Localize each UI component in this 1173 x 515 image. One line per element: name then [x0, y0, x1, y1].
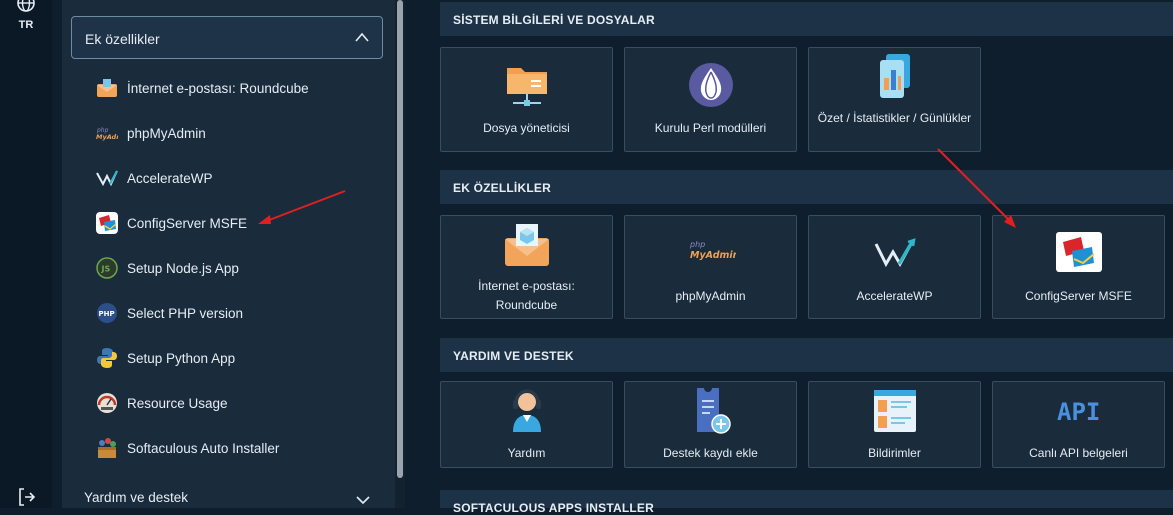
phpmyadmin-icon: php MyAdmin	[96, 127, 118, 141]
svg-text:API: API	[1057, 398, 1100, 426]
section-title: SİSTEM BİLGİLERİ VE DOSYALAR	[453, 13, 655, 27]
sidebar-scrollbar[interactable]	[397, 0, 403, 478]
sidebar-item-label: ConfigServer MSFE	[127, 216, 248, 231]
card-label: ConfigServer MSFE	[1025, 289, 1132, 303]
sidebar-item-label: Setup Node.js App	[127, 261, 239, 276]
perl-onion-icon	[688, 63, 733, 107]
svg-text:PHP: PHP	[99, 310, 115, 318]
section-header-softaculous: SOFTACULOUS APPS INSTALLER	[440, 490, 1173, 515]
card-dosya-yoneticisi[interactable]: Dosya yöneticisi	[440, 47, 613, 152]
sidebar-item-label: Softaculous Auto Installer	[127, 441, 280, 456]
card-configserver-msfe[interactable]: ConfigServer MSFE	[992, 215, 1165, 319]
card-perl-modules[interactable]: Kurulu Perl modülleri	[624, 47, 797, 152]
section-title: SOFTACULOUS APPS INSTALLER	[453, 501, 654, 515]
softaculous-icon	[98, 438, 116, 458]
svg-text:MyAdmin: MyAdmin	[690, 250, 736, 261]
sidebar-item-acceleratewp[interactable]: AccelerateWP	[96, 164, 366, 194]
sidebar-item-php[interactable]: PHP Select PHP version	[96, 299, 366, 329]
chevron-down-icon[interactable]	[355, 494, 371, 506]
card-acceleratewp[interactable]: AccelerateWP	[808, 215, 981, 319]
chevron-up-icon	[355, 32, 369, 42]
php-icon: PHP	[97, 303, 117, 323]
card-bildirimler[interactable]: Bildirimler	[808, 381, 981, 468]
nodejs-icon: JS	[96, 257, 118, 279]
envelope-icon	[504, 224, 549, 266]
card-label: Özet / İstatistikler / Günlükler	[817, 111, 972, 125]
language-code[interactable]: TR	[0, 19, 52, 31]
sidebar-item-resource-usage[interactable]: Resource Usage	[96, 389, 366, 419]
sidebar-item-label: Setup Python App	[127, 351, 236, 366]
card-api-belgeleri[interactable]: API Canlı API belgeleri	[992, 381, 1165, 468]
sidebar-item-phpmyadmin[interactable]: php MyAdmin phpMyAdmin	[96, 119, 366, 149]
sidebar-item-nodejs[interactable]: JS Setup Node.js App	[96, 254, 366, 284]
envelope-icon	[97, 79, 117, 97]
sidebar-item-configserver[interactable]: ConfigServer MSFE	[96, 209, 366, 239]
section-title: EK ÖZELLİKLER	[453, 181, 551, 195]
configserver-icon	[96, 212, 118, 234]
section-header-ek-ozellikler: EK ÖZELLİKLER	[440, 170, 1173, 204]
stats-icon	[879, 54, 910, 98]
sidebar: Ek özellikler İnternet e-postası: Roundc…	[62, 0, 395, 508]
svg-text:MyAdmin: MyAdmin	[96, 133, 118, 141]
support-agent-icon	[512, 389, 541, 432]
sidebar-item-roundcube[interactable]: İnternet e-postası: Roundcube	[96, 74, 366, 104]
gauge-icon	[97, 393, 117, 413]
main-content: SİSTEM BİLGİLERİ VE DOSYALAR Dosya yönet…	[422, 0, 1173, 515]
phpmyadmin-icon: php MyAdmin	[689, 240, 736, 261]
card-label: Dosya yöneticisi	[483, 121, 570, 135]
configserver-icon	[1055, 232, 1102, 272]
card-label: İnternet e-postası: Roundcube	[478, 279, 575, 312]
logout-icon[interactable]	[17, 487, 37, 507]
acceleratewp-icon	[96, 170, 118, 187]
card-label: Yardım	[507, 446, 546, 460]
sidebar-item-label: Select PHP version	[127, 306, 244, 321]
sidebar-section-yardim[interactable]: Yardım ve destek	[84, 490, 188, 505]
sidebar-item-label: İnternet e-postası: Roundcube	[127, 81, 309, 96]
card-label: AccelerateWP	[856, 289, 933, 303]
card-ozet-istatistikler[interactable]: Özet / İstatistikler / Günlükler	[808, 47, 981, 152]
card-destek-kaydi[interactable]: Destek kaydı ekle	[624, 381, 797, 468]
globe-icon[interactable]	[16, 0, 36, 13]
accordion-label: Ek özellikler	[85, 31, 160, 47]
sidebar-item-label: Resource Usage	[127, 396, 228, 411]
ticket-add-icon	[696, 386, 731, 434]
sidebar-item-python[interactable]: Setup Python App	[96, 344, 366, 374]
left-rail: TR	[0, 0, 52, 508]
python-icon	[97, 348, 117, 368]
sidebar-item-softaculous[interactable]: Softaculous Auto Installer	[96, 434, 366, 464]
card-label: Bildirimler	[868, 446, 921, 460]
svg-text:JS: JS	[101, 265, 111, 274]
card-label: Kurulu Perl modülleri	[654, 121, 767, 135]
card-label: Destek kaydı ekle	[663, 446, 758, 460]
svg-text:php: php	[689, 240, 705, 249]
accordion-ek-ozellikler[interactable]: Ek özellikler	[71, 16, 383, 59]
acceleratewp-icon	[874, 238, 916, 268]
card-yardim[interactable]: Yardım	[440, 381, 613, 468]
sidebar-item-label: phpMyAdmin	[127, 126, 206, 141]
section-header-yardim: YARDIM VE DESTEK	[440, 338, 1173, 372]
notifications-icon	[873, 390, 916, 432]
card-phpmyadmin[interactable]: php MyAdmin phpMyAdmin	[624, 215, 797, 319]
section-header-sistem: SİSTEM BİLGİLERİ VE DOSYALAR	[440, 2, 1173, 36]
card-roundcube[interactable]: İnternet e-postası: Roundcube	[440, 215, 613, 319]
sidebar-item-label: AccelerateWP	[127, 171, 213, 186]
api-icon: API	[1057, 398, 1100, 426]
folder-icon	[506, 68, 547, 106]
card-label: phpMyAdmin	[675, 289, 746, 303]
section-title: YARDIM VE DESTEK	[453, 349, 574, 363]
card-label: Canlı API belgeleri	[1029, 446, 1128, 460]
